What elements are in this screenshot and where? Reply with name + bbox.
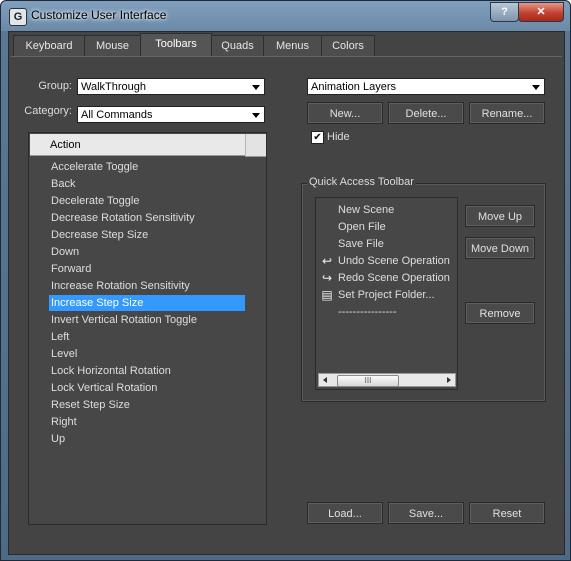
quick-access-title: Quick Access Toolbar [307,176,416,188]
quick-access-item[interactable]: Redo Scene Operation [338,270,450,286]
app-logo-icon: G [9,8,27,26]
group-select[interactable]: WalkThrough [77,78,265,95]
tab-keyboard[interactable]: Keyboard [13,35,85,56]
save-button[interactable]: Save... [388,502,464,524]
redo-icon: ↪ [321,271,333,285]
scroll-left-icon[interactable] [323,377,327,383]
help-button[interactable]: ? [490,2,519,22]
title-bar[interactable]: G Customize User Interface ? ✕ [1,1,570,31]
hide-label: Hide [327,131,350,143]
chevron-down-icon [252,85,260,90]
close-button[interactable]: ✕ [518,2,564,22]
action-list-item[interactable]: Back [49,176,79,192]
tab-quads[interactable]: Quads [211,35,264,56]
action-list-item[interactable]: Decrease Step Size [49,227,152,243]
group-select-value: WalkThrough [81,81,147,93]
rename-toolbar-button[interactable]: Rename... [469,102,545,124]
action-list[interactable]: Action Accelerate Toggle Back Decelerate T… [28,132,267,525]
action-list-item[interactable]: Lock Vertical Rotation [49,380,161,396]
delete-toolbar-button[interactable]: Delete... [388,102,464,124]
scroll-right-icon[interactable] [447,377,451,383]
action-list-item[interactable]: Invert Vertical Rotation Toggle [49,312,201,328]
action-list-item[interactable]: Left [49,329,73,345]
quick-access-item[interactable]: New Scene [338,202,394,218]
quick-access-item[interactable]: Undo Scene Operation [338,253,450,269]
tab-toolbars[interactable]: Toolbars [140,33,212,57]
new-toolbar-button[interactable]: New... [307,102,383,124]
category-select-value: All Commands [81,109,153,121]
action-list-item[interactable]: Decrease Rotation Sensitivity [49,210,199,226]
quick-access-item[interactable]: ---------------- [338,304,397,320]
toolbar-select-value: Animation Layers [311,81,396,93]
action-list-item[interactable]: Right [49,414,81,430]
quick-access-list[interactable]: New Scene Open File Save File ↩ Undo Scene O… [315,197,458,390]
chevron-down-icon [252,113,260,118]
horizontal-scrollbar[interactable]: III [318,373,456,387]
load-button[interactable]: Load... [307,502,383,524]
dialog-body: Keyboard Mouse Toolbars Quads Menus Colo… [8,31,565,555]
action-list-item[interactable]: Level [49,346,81,362]
chevron-down-icon [532,85,540,90]
quick-access-item[interactable]: Open File [338,219,386,235]
tab-bar: Keyboard Mouse Toolbars Quads Menus Colo… [9,32,564,57]
tab-colors[interactable]: Colors [321,35,375,56]
action-list-item[interactable]: Increase Rotation Sensitivity [49,278,194,294]
action-list-item[interactable]: Forward [49,261,95,277]
action-list-item[interactable]: Lock Horizontal Rotation [49,363,175,379]
customize-ui-dialog: G Customize User Interface ? ✕ Keyboard … [0,0,571,561]
category-select[interactable]: All Commands [77,106,265,123]
project-folder-icon: ▤ [321,288,333,302]
category-label: Category: [24,105,72,117]
move-up-button[interactable]: Move Up [465,205,535,227]
quick-access-item[interactable]: Save File [338,236,384,252]
toolbars-panel: Group: WalkThrough Category: All Command… [11,56,562,553]
hide-checkbox[interactable]: ✔ [311,131,324,144]
reset-button[interactable]: Reset [469,502,545,524]
scroll-thumb[interactable]: III [337,375,399,387]
window-title: Customize User Interface [31,8,167,22]
undo-icon: ↩ [321,254,333,268]
remove-button[interactable]: Remove [465,302,535,324]
action-list-item[interactable]: Up [49,431,69,447]
group-label: Group: [38,80,72,92]
action-list-item[interactable]: Down [49,244,83,260]
action-list-item[interactable]: Increase Step Size [49,295,245,311]
tab-mouse[interactable]: Mouse [84,35,141,56]
action-column-header[interactable]: Action [30,134,266,156]
quick-access-item[interactable]: Set Project Folder... [338,287,435,303]
action-list-item[interactable]: Decelerate Toggle [49,193,143,209]
action-list-item[interactable]: Accelerate Toggle [49,159,142,175]
toolbar-select[interactable]: Animation Layers [307,78,545,95]
header-spacer [245,134,266,157]
move-down-button[interactable]: Move Down [465,237,535,259]
action-list-item[interactable]: Reset Step Size [49,397,134,413]
tab-menus[interactable]: Menus [263,35,322,56]
